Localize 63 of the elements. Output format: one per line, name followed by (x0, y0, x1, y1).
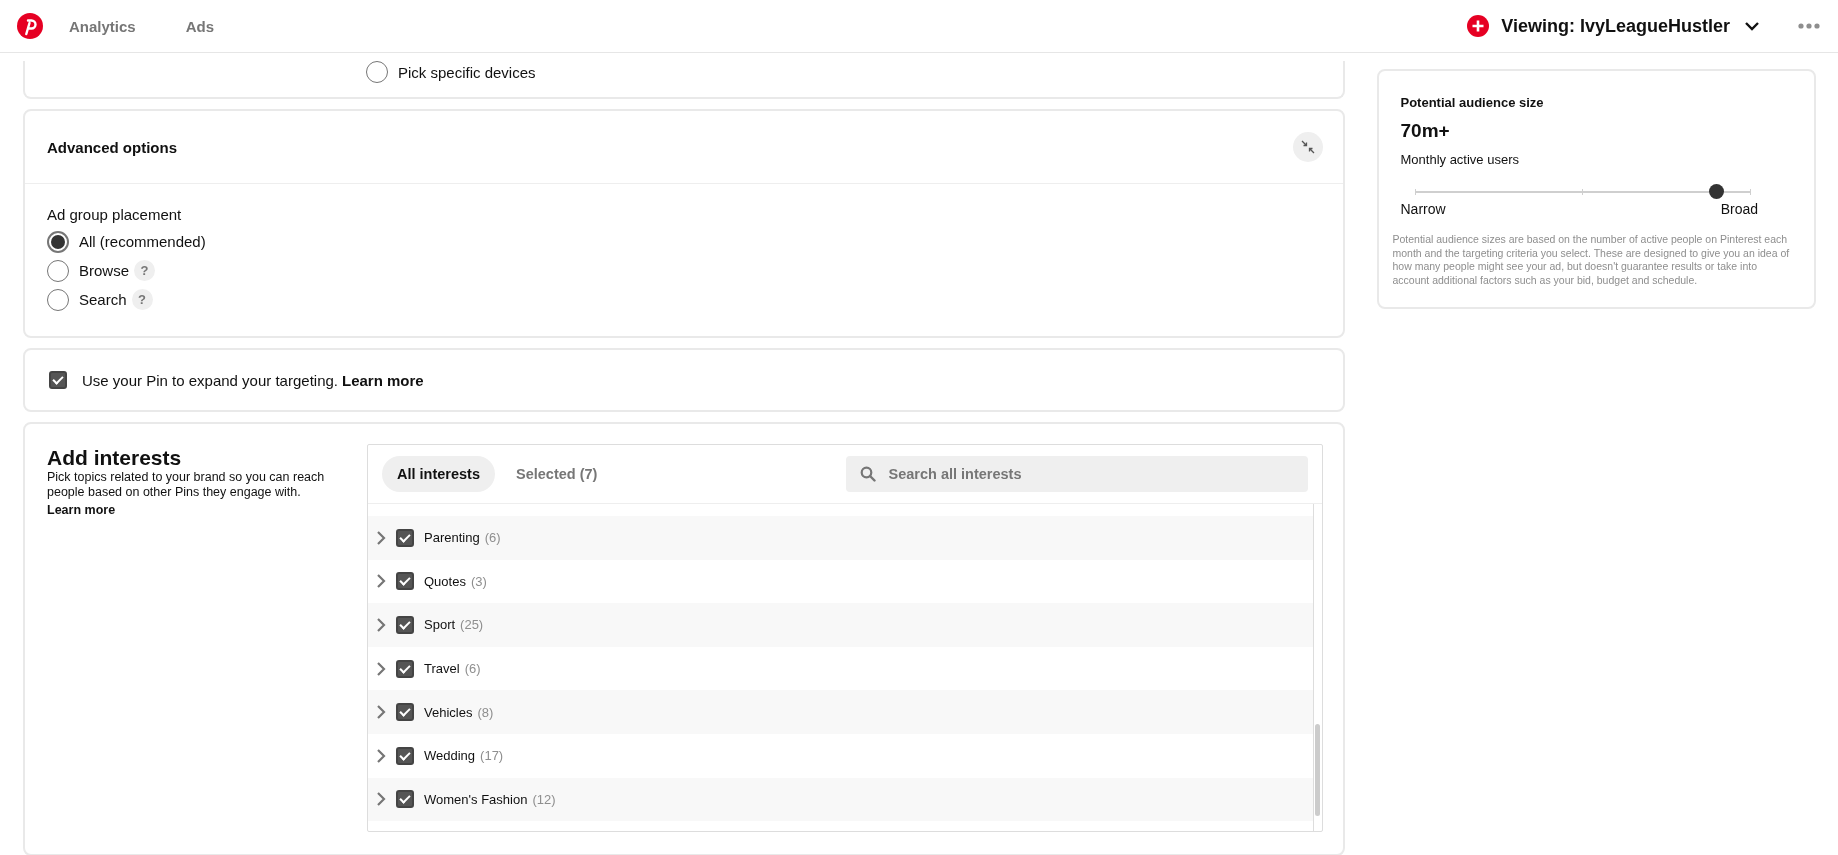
checkbox[interactable] (396, 616, 414, 634)
more-icon[interactable] (1798, 23, 1820, 29)
section-title: Add interests (47, 446, 183, 470)
search-field[interactable]: Search all interests (845, 456, 1308, 492)
option-label: Search (79, 291, 127, 308)
slider-min-label: Narrow (1400, 201, 1446, 217)
option-label: Browse (79, 262, 130, 279)
checkbox[interactable] (396, 790, 414, 809)
card-title: Potential audience size (1400, 95, 1545, 110)
learn-more-link[interactable]: Learn more (47, 503, 116, 517)
chevron-right-icon[interactable] (376, 529, 386, 546)
interest-name: Parenting (424, 530, 480, 546)
chevron-right-icon[interactable] (376, 791, 386, 808)
checkbox[interactable] (396, 572, 414, 591)
interest-name: Wedding (424, 748, 476, 764)
option-label: Pick specific devices (398, 63, 536, 81)
chevron-right-icon[interactable] (376, 660, 386, 677)
section-description: Pick topics related to your brand so you can reach people based on other Pins they engage with. (47, 470, 326, 500)
tab[interactable]: All interests (382, 456, 495, 492)
slider-max-label: Broad (1720, 201, 1758, 217)
checkbox[interactable] (396, 659, 414, 678)
learn-more-link[interactable]: Learn more (342, 371, 424, 389)
help-badge[interactable]: ? (131, 289, 153, 310)
interest-name: Quotes (424, 573, 466, 589)
chevron-right-icon[interactable] (376, 573, 386, 590)
checkbox[interactable] (49, 371, 67, 389)
interest-count: (25) (460, 617, 484, 633)
option-label: Use your Pin to expand your targeting. (82, 371, 338, 389)
interest-name: Vehicles (424, 704, 473, 720)
interest-name: Travel (424, 661, 460, 677)
interest-count: (6) (464, 661, 481, 677)
account-name[interactable]: Viewing: IvyLeagueHustler (1501, 15, 1730, 37)
section-title: Advanced options (47, 138, 177, 156)
checkbox[interactable] (396, 746, 414, 765)
interest-count: (12) (532, 791, 556, 807)
interest-name: Women's Fashion (424, 791, 528, 807)
radio-button[interactable] (47, 230, 69, 253)
plus-icon[interactable] (1467, 15, 1490, 37)
interest-count: (3) (470, 573, 487, 589)
option-label: All (recommended) (79, 233, 206, 250)
chevron-right-icon[interactable] (376, 747, 386, 764)
audience-note: Potential audience sizes are based on the number of active people on Pinterest each month and the targeting criteria you select. These are designed to give you an idea of how many people might see your ad, but doesn't guarantee results or take into account additional factors such as your bid, budget and schedule. (1392, 233, 1791, 287)
nav-link[interactable]: Analytics (69, 17, 136, 35)
interest-name: Sport (424, 617, 456, 633)
checkbox[interactable] (396, 703, 414, 722)
audience-value: 70m+ (1400, 120, 1451, 142)
scrollbar-thumb[interactable] (1314, 724, 1320, 816)
interest-count: (6) (484, 530, 501, 546)
nav-link[interactable]: Ads (185, 17, 215, 35)
chevron-right-icon[interactable] (376, 617, 386, 633)
collapse-icon[interactable] (1292, 132, 1323, 162)
tab[interactable]: Selected (7) (501, 456, 613, 492)
help-badge[interactable]: ? (134, 260, 156, 281)
logo-icon[interactable] (17, 13, 43, 39)
interest-count: (8) (477, 704, 494, 720)
slider-thumb[interactable] (1708, 184, 1724, 199)
checkbox[interactable] (396, 528, 414, 547)
chevron-right-icon[interactable] (376, 704, 386, 721)
search-icon (859, 466, 876, 482)
field-label: Ad group placement (47, 206, 183, 223)
interest-count: (17) (480, 748, 504, 764)
chevron-down-icon[interactable] (1744, 21, 1760, 31)
audience-unit: Monthly active users (1400, 152, 1520, 167)
